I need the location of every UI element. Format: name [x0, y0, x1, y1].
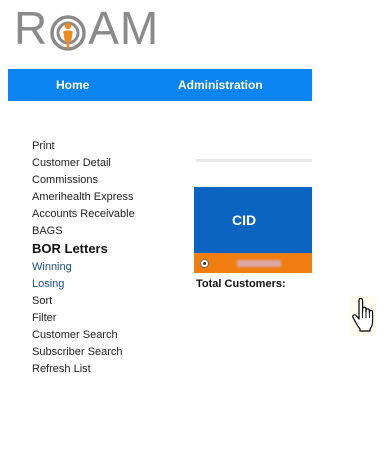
side-menu: Print Customer Detail Commissions Amerih…	[32, 138, 172, 378]
logo-letter-a: A	[88, 2, 120, 54]
menu-item-customer-detail[interactable]: Customer Detail	[32, 155, 172, 171]
menu-heading-bor-letters: BOR Letters	[32, 241, 108, 256]
menu-item-winning[interactable]: Winning	[32, 259, 172, 275]
top-nav-bar: Home Administration	[8, 69, 312, 101]
target-person-icon	[50, 11, 86, 51]
menu-item-customer-search[interactable]: Customer Search	[32, 327, 172, 343]
menu-item-sort[interactable]: Sort	[32, 293, 172, 309]
cid-column-header[interactable]: CID	[194, 187, 312, 253]
menu-item-accounts-receivable[interactable]: Accounts Receivable	[32, 206, 172, 222]
menu-item-refresh-list[interactable]: Refresh List	[32, 361, 172, 377]
hand-pointer-icon	[350, 296, 376, 336]
total-customers-label: Total Customers:	[196, 278, 286, 290]
logo-letter-r: R	[14, 2, 49, 54]
menu-item-amerihealth-express[interactable]: Amerihealth Express	[32, 189, 172, 205]
menu-item-losing[interactable]: Losing	[32, 276, 172, 292]
menu-item-filter[interactable]: Filter	[32, 310, 172, 326]
menu-item-print[interactable]: Print	[32, 138, 172, 154]
page: R A M Home Administration Print Customer…	[0, 0, 392, 450]
divider	[196, 159, 312, 162]
row-radio-button[interactable]	[200, 258, 209, 268]
table-row[interactable]	[194, 253, 312, 273]
menu-item-subscriber-search[interactable]: Subscriber Search	[32, 344, 172, 360]
menu-item-bags[interactable]: BAGS	[32, 223, 172, 239]
nav-administration[interactable]: Administration	[178, 78, 263, 92]
nav-home[interactable]: Home	[56, 78, 89, 92]
logo-letter-m: M	[119, 2, 160, 54]
redacted-cid-value	[237, 259, 281, 267]
menu-item-commissions[interactable]: Commissions	[32, 172, 172, 188]
roam-logo[interactable]: R A M	[14, 4, 159, 52]
